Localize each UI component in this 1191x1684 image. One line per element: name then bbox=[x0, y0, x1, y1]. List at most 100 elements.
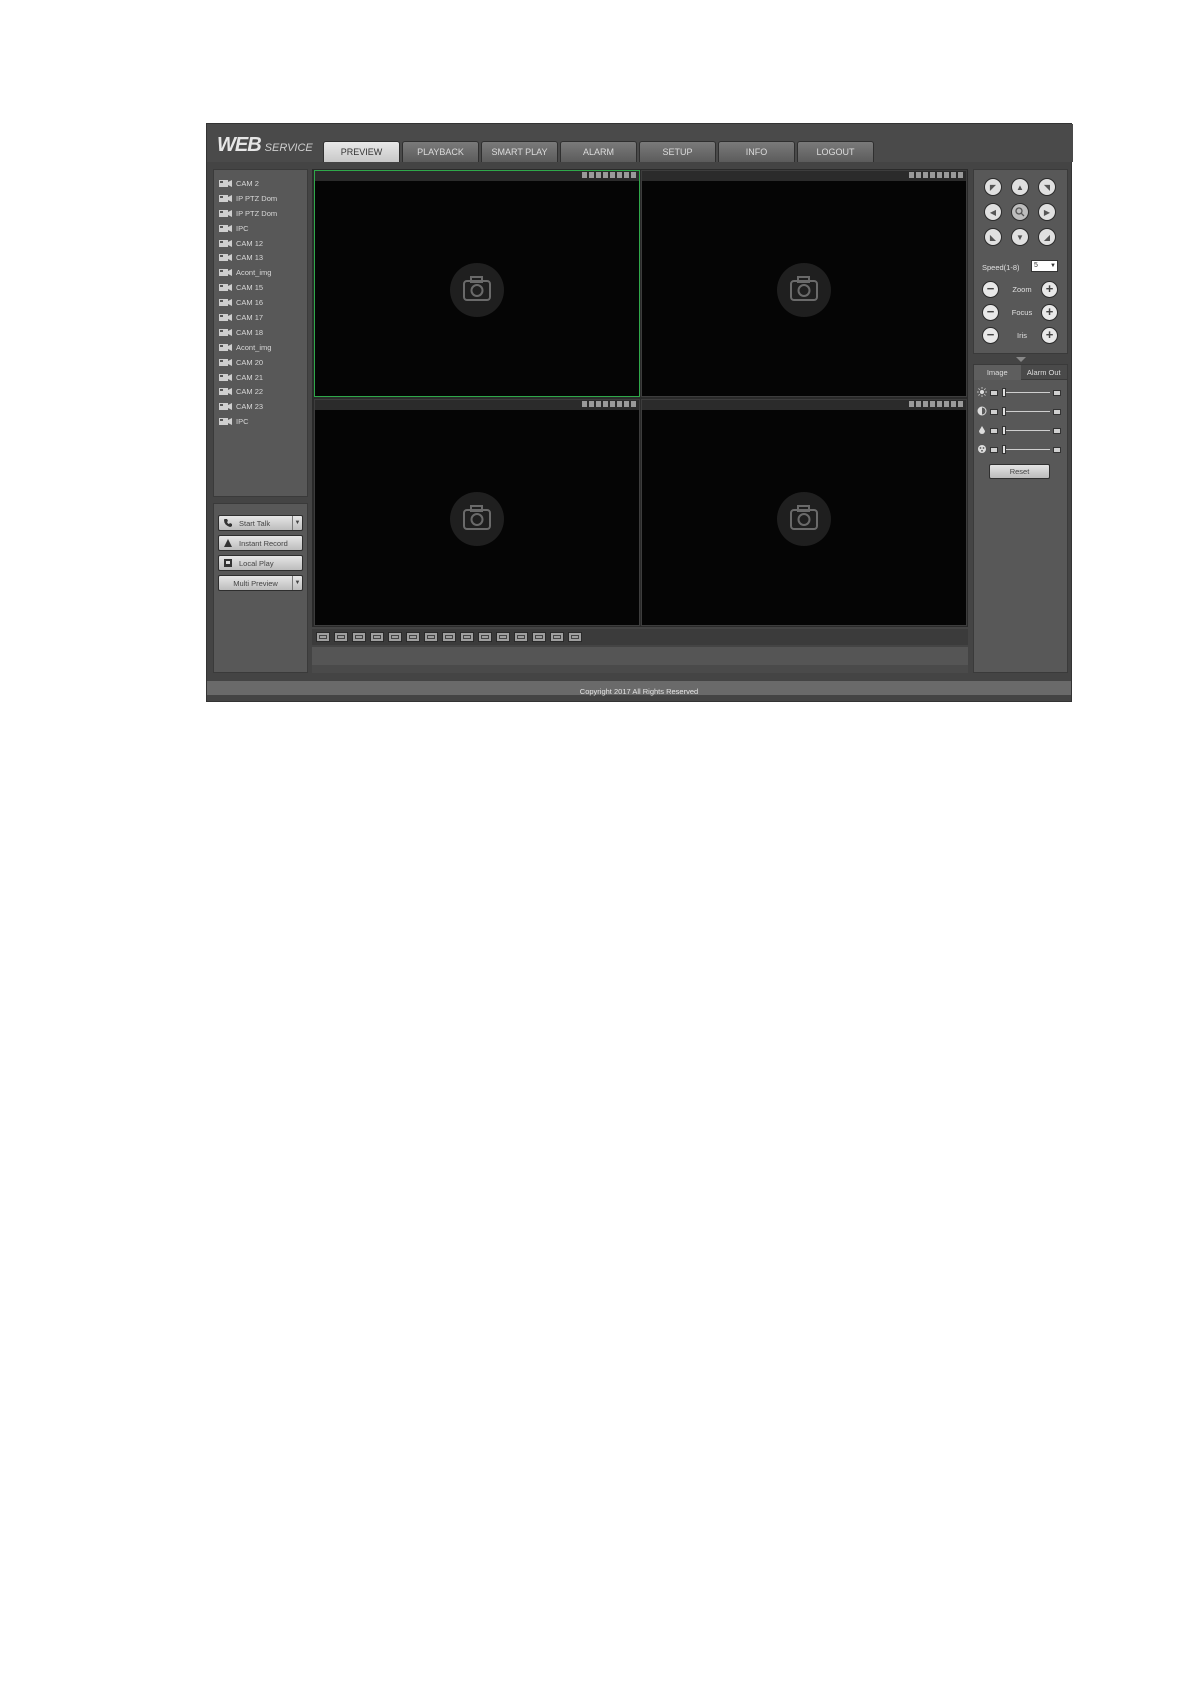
pane-tool-icon[interactable] bbox=[951, 172, 956, 178]
split-layout-button[interactable] bbox=[406, 632, 420, 642]
split-layout-button[interactable] bbox=[388, 632, 402, 642]
pane-tool-icon[interactable] bbox=[617, 401, 622, 407]
zoom-out-button[interactable]: − bbox=[982, 281, 999, 298]
tab-alarm-out[interactable]: Alarm Out bbox=[1020, 365, 1067, 380]
ptz-collapse-toggle[interactable] bbox=[973, 356, 1068, 364]
pane-tool-icon[interactable] bbox=[909, 172, 914, 178]
close-icon[interactable] bbox=[958, 172, 963, 178]
contrast-increase-button[interactable] bbox=[1053, 409, 1061, 415]
pane-tool-icon[interactable] bbox=[909, 401, 914, 407]
channel-item[interactable]: CAM 20 bbox=[219, 355, 307, 370]
video-pane-4[interactable] bbox=[641, 399, 967, 626]
hue-increase-button[interactable] bbox=[1053, 447, 1061, 453]
channel-item[interactable]: CAM 13 bbox=[219, 250, 307, 265]
pane-tool-icon[interactable] bbox=[582, 401, 587, 407]
pane-tool-icon[interactable] bbox=[603, 401, 608, 407]
pane-tool-icon[interactable] bbox=[624, 172, 629, 178]
pane-tool-icon[interactable] bbox=[951, 401, 956, 407]
channel-item[interactable]: CAM 16 bbox=[219, 295, 307, 310]
pane-tool-icon[interactable] bbox=[944, 401, 949, 407]
close-icon[interactable] bbox=[958, 401, 963, 407]
pane-tool-icon[interactable] bbox=[937, 172, 942, 178]
pane-tool-icon[interactable] bbox=[923, 401, 928, 407]
ptz-up-button[interactable]: ▲ bbox=[1011, 178, 1029, 196]
focus-minus-button[interactable]: − bbox=[982, 304, 999, 321]
split-layout-button[interactable] bbox=[316, 632, 330, 642]
ptz-up-right-button[interactable]: ◥ bbox=[1038, 178, 1056, 196]
pane-tool-icon[interactable] bbox=[596, 172, 601, 178]
ptz-down-button[interactable]: ▼ bbox=[1011, 228, 1029, 246]
close-icon[interactable] bbox=[631, 401, 636, 407]
ptz-right-button[interactable]: ▶ bbox=[1038, 203, 1056, 221]
split-layout-button[interactable] bbox=[334, 632, 348, 642]
ptz-center-button[interactable] bbox=[1011, 203, 1029, 221]
saturation-decrease-button[interactable] bbox=[990, 428, 998, 434]
channel-item[interactable]: Acont_img bbox=[219, 265, 307, 280]
pane-tool-icon[interactable] bbox=[596, 401, 601, 407]
video-pane-3[interactable] bbox=[314, 399, 640, 626]
channel-item[interactable]: IP PTZ Dom bbox=[219, 191, 307, 206]
zoom-in-button[interactable]: + bbox=[1041, 281, 1058, 298]
iris-minus-button[interactable]: − bbox=[982, 327, 999, 344]
pane-tool-icon[interactable] bbox=[930, 172, 935, 178]
channel-item[interactable]: CAM 17 bbox=[219, 310, 307, 325]
split-layout-button[interactable] bbox=[550, 632, 564, 642]
pane-tool-icon[interactable] bbox=[582, 172, 587, 178]
start-talk-button[interactable]: Start Talk ▼ bbox=[218, 515, 303, 531]
contrast-slider-handle[interactable] bbox=[1002, 407, 1006, 416]
chevron-down-icon[interactable]: ▼ bbox=[292, 576, 302, 590]
hue-slider-track[interactable] bbox=[1002, 449, 1050, 450]
split-layout-button[interactable] bbox=[532, 632, 546, 642]
pane-tool-icon[interactable] bbox=[937, 401, 942, 407]
saturation-increase-button[interactable] bbox=[1053, 428, 1061, 434]
tab-image[interactable]: Image bbox=[974, 365, 1021, 380]
split-layout-button[interactable] bbox=[370, 632, 384, 642]
brightness-slider-handle[interactable] bbox=[1002, 388, 1006, 397]
ptz-up-left-button[interactable]: ◤ bbox=[984, 178, 1002, 196]
contrast-decrease-button[interactable] bbox=[990, 409, 998, 415]
brightness-decrease-button[interactable] bbox=[990, 390, 998, 396]
channel-item[interactable]: CAM 21 bbox=[219, 370, 307, 385]
pane-tool-icon[interactable] bbox=[923, 172, 928, 178]
channel-item[interactable]: CAM 2 bbox=[219, 176, 307, 191]
channel-item[interactable]: IPC bbox=[219, 221, 307, 236]
instant-record-button[interactable]: Instant Record bbox=[218, 535, 303, 551]
split-layout-button[interactable] bbox=[424, 632, 438, 642]
pane-tool-icon[interactable] bbox=[624, 401, 629, 407]
iris-plus-button[interactable]: + bbox=[1041, 327, 1058, 344]
ptz-left-button[interactable]: ◀ bbox=[984, 203, 1002, 221]
hue-decrease-button[interactable] bbox=[990, 447, 998, 453]
brightness-slider-track[interactable] bbox=[1002, 392, 1050, 393]
tab-setup[interactable]: SETUP bbox=[639, 141, 716, 162]
tab-smart-play[interactable]: SMART PLAY bbox=[481, 141, 558, 162]
pane-tool-icon[interactable] bbox=[610, 172, 615, 178]
split-layout-button[interactable] bbox=[496, 632, 510, 642]
split-layout-button[interactable] bbox=[514, 632, 528, 642]
close-icon[interactable] bbox=[631, 172, 636, 178]
split-layout-button[interactable] bbox=[352, 632, 366, 642]
pane-tool-icon[interactable] bbox=[930, 401, 935, 407]
pane-tool-icon[interactable] bbox=[610, 401, 615, 407]
pane-tool-icon[interactable] bbox=[944, 172, 949, 178]
tab-logout[interactable]: LOGOUT bbox=[797, 141, 874, 162]
ptz-down-right-button[interactable]: ◢ bbox=[1038, 228, 1056, 246]
saturation-slider-track[interactable] bbox=[1002, 430, 1050, 431]
pane-tool-icon[interactable] bbox=[916, 172, 921, 178]
speed-select[interactable]: 5 ▼ bbox=[1031, 260, 1058, 272]
channel-item[interactable]: CAM 15 bbox=[219, 280, 307, 295]
multi-preview-button[interactable]: Multi Preview ▼ bbox=[218, 575, 303, 591]
split-layout-button[interactable] bbox=[460, 632, 474, 642]
split-layout-button[interactable] bbox=[442, 632, 456, 642]
video-pane-2[interactable] bbox=[641, 170, 967, 397]
split-layout-button[interactable] bbox=[568, 632, 582, 642]
ptz-down-left-button[interactable]: ◣ bbox=[984, 228, 1002, 246]
pane-tool-icon[interactable] bbox=[617, 172, 622, 178]
hue-slider-handle[interactable] bbox=[1002, 445, 1006, 454]
contrast-slider-track[interactable] bbox=[1002, 411, 1050, 412]
tab-info[interactable]: INFO bbox=[718, 141, 795, 162]
tab-playback[interactable]: PLAYBACK bbox=[402, 141, 479, 162]
local-play-button[interactable]: Local Play bbox=[218, 555, 303, 571]
channel-item[interactable]: IPC bbox=[219, 414, 307, 429]
channel-item[interactable]: CAM 12 bbox=[219, 236, 307, 251]
channel-item[interactable]: CAM 22 bbox=[219, 384, 307, 399]
